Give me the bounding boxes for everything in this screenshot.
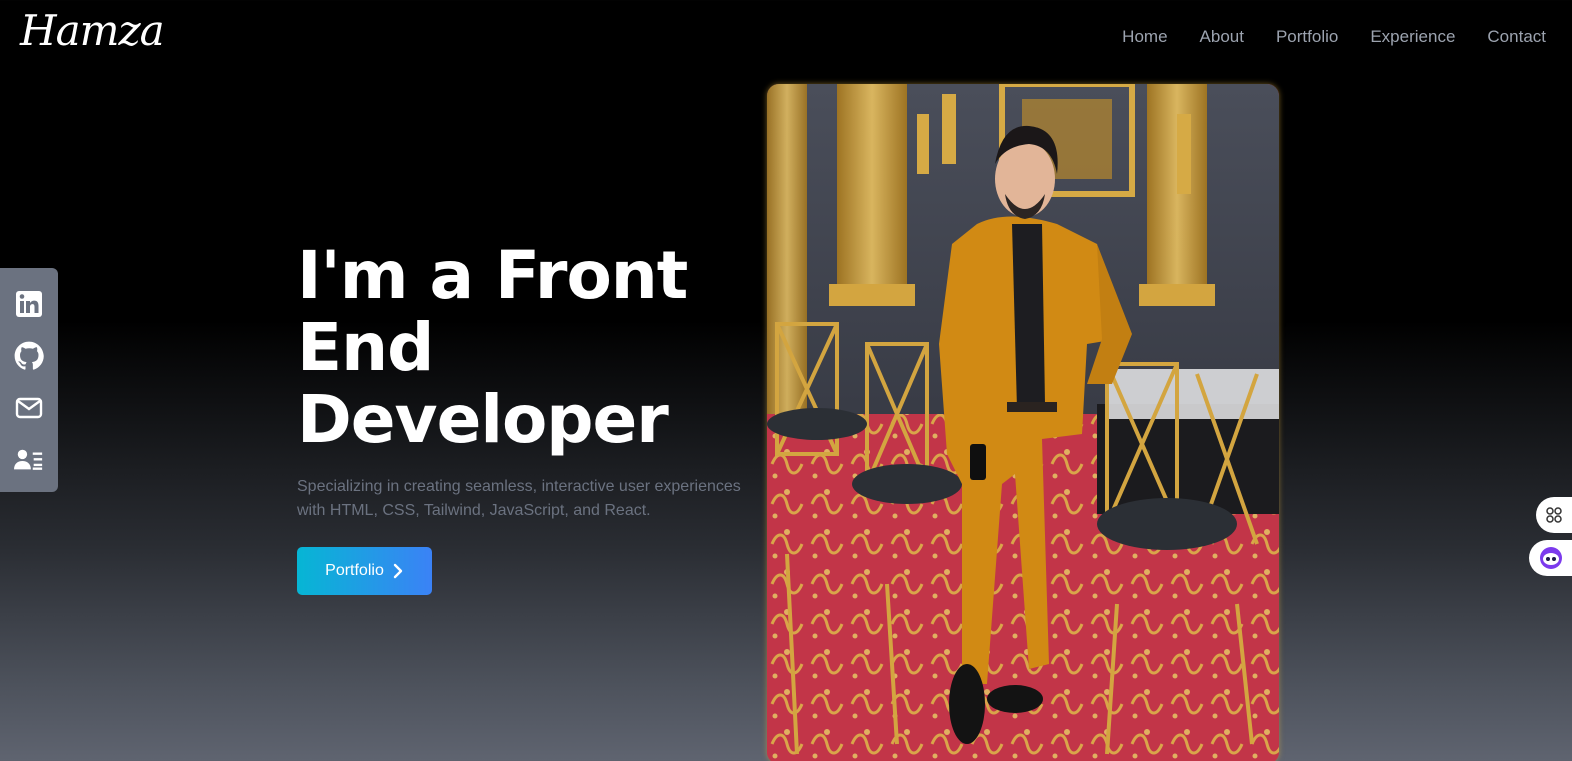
- assistant-button[interactable]: [1529, 540, 1572, 576]
- apps-grid-icon: [1546, 507, 1562, 523]
- nav-home[interactable]: Home: [1122, 27, 1167, 47]
- resume-icon[interactable]: [14, 445, 44, 475]
- nav-about[interactable]: About: [1200, 27, 1244, 47]
- portfolio-button[interactable]: Portfolio: [297, 547, 432, 595]
- assistant-bot-icon: [1539, 547, 1562, 569]
- mail-icon[interactable]: [14, 393, 44, 423]
- apps-grid-button[interactable]: [1536, 497, 1572, 533]
- hero-subtitle: Specializing in creating seamless, inter…: [297, 478, 741, 519]
- nav-portfolio[interactable]: Portfolio: [1276, 27, 1338, 47]
- main-nav: Home About Portfolio Experience Contact: [1122, 27, 1546, 47]
- profile-photo: [767, 84, 1279, 761]
- portfolio-button-label: Portfolio: [325, 562, 384, 579]
- nav-experience[interactable]: Experience: [1370, 27, 1455, 47]
- chevron-right-icon: [393, 563, 403, 579]
- linkedin-icon[interactable]: [14, 289, 44, 319]
- social-sidebar: [0, 268, 58, 492]
- hero-title: I'm a Front End Developer: [297, 237, 688, 458]
- github-icon[interactable]: [14, 341, 44, 371]
- site-logo[interactable]: Hamza: [20, 6, 165, 55]
- nav-contact[interactable]: Contact: [1487, 27, 1546, 47]
